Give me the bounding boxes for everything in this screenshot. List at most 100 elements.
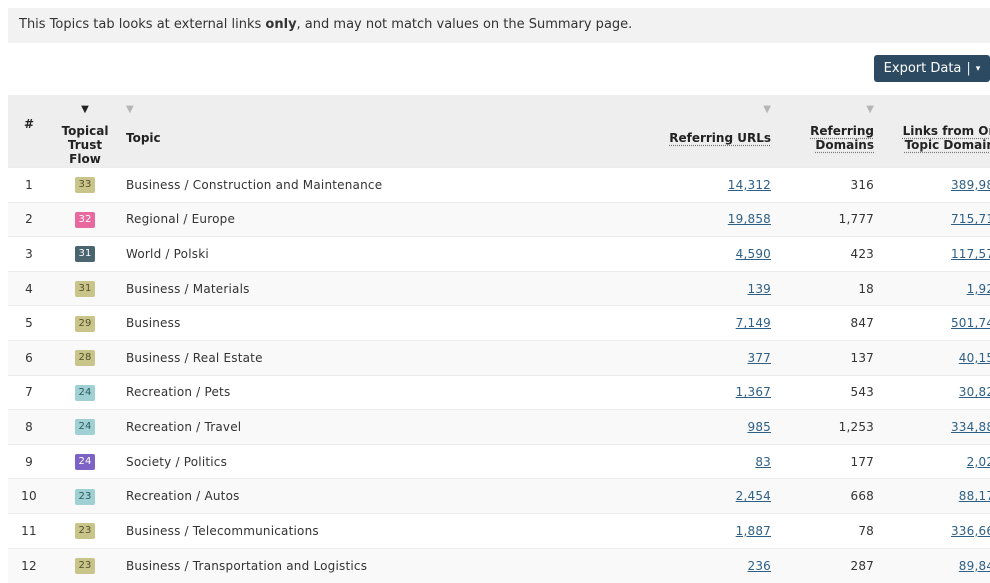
referring-urls-link[interactable]: 1,367 (736, 385, 771, 399)
table-row: 6 28 Business / Real Estate 377137 40,151 (8, 339, 990, 376)
trust-flow-cell: 31 (50, 236, 120, 272)
links-on-topic-link[interactable]: 117,572 (951, 247, 990, 261)
row-number: 6 (8, 339, 50, 376)
referring-urls-link[interactable]: 19,858 (728, 212, 771, 226)
table-row: 8 24 Recreation / Travel 9851,253 334,887 (8, 409, 990, 445)
links-on-topic-link[interactable]: 1,927 (967, 282, 990, 296)
trust-flow-badge: 32 (75, 211, 95, 228)
links-on-topic-link[interactable]: 389,980 (951, 178, 990, 192)
notice-text-suffix: , and may not match values on the Summar… (296, 17, 633, 32)
links-on-topic-cell: 389,980 (877, 167, 990, 203)
notice-text-bold: only (265, 17, 297, 32)
header-topic[interactable]: ▼ Topic (120, 95, 546, 168)
links-on-topic-cell: 334,887 (877, 409, 990, 445)
referring-domains-cell: 137 (774, 339, 877, 376)
table-row: 7 24 Recreation / Pets 1,367543 30,823 (8, 374, 990, 410)
sort-icon[interactable]: ▼ (546, 102, 771, 118)
referring-urls-link[interactable]: 1,887 (736, 524, 771, 538)
topic-cell: Regional / Europe (120, 201, 546, 237)
referring-urls-cell: 1,367 (546, 374, 774, 410)
topic-cell: Business / Materials (120, 270, 546, 306)
referring-urls-cell: 377 (546, 339, 774, 376)
trust-flow-badge: 23 (75, 523, 95, 540)
trust-flow-badge: 24 (75, 454, 95, 471)
links-on-topic-cell: 40,151 (877, 339, 990, 376)
trust-flow-cell: 28 (50, 339, 120, 376)
trust-flow-cell: 32 (50, 201, 120, 237)
links-on-topic-link[interactable]: 715,718 (951, 212, 990, 226)
links-on-topic-link[interactable]: 2,021 (967, 455, 990, 469)
referring-urls-link[interactable]: 985 (747, 420, 771, 434)
referring-domains-cell: 177 (774, 443, 877, 479)
links-on-topic-cell: 1,927 (877, 270, 990, 306)
referring-urls-cell: 14,312 (546, 167, 774, 203)
row-number: 4 (8, 270, 50, 306)
table-row: 2 32 Regional / Europe 19,8581,777 715,718 (8, 201, 990, 237)
links-on-topic-link[interactable]: 336,660 (951, 524, 990, 538)
links-on-topic-cell: 336,660 (877, 512, 990, 549)
row-number: 9 (8, 443, 50, 479)
header-topic-label: Topic (126, 131, 161, 145)
links-on-topic-cell: 2,021 (877, 443, 990, 479)
header-referring-domains[interactable]: ▼ Referring Domains (774, 95, 877, 168)
referring-urls-cell: 19,858 (546, 201, 774, 237)
referring-urls-link[interactable]: 14,312 (728, 178, 771, 192)
trust-flow-cell: 23 (50, 547, 120, 583)
topics-table: # ▼ Topical Trust Flow ▼ Topic ▼ Referri… (8, 95, 990, 583)
referring-urls-cell: 985 (546, 409, 774, 445)
header-referring-urls[interactable]: ▼ Referring URLs (546, 95, 774, 168)
header-links-on-topic[interactable]: ▼ Links from On-Topic Domains (877, 95, 990, 168)
table-row: 10 23 Recreation / Autos 2,454668 88,174 (8, 478, 990, 514)
referring-urls-link[interactable]: 7,149 (736, 316, 771, 330)
export-separator: | (966, 61, 971, 76)
links-on-topic-link[interactable]: 89,840 (959, 559, 990, 573)
row-number: 5 (8, 305, 50, 341)
trust-flow-cell: 29 (50, 305, 120, 341)
referring-domains-cell: 668 (774, 478, 877, 514)
referring-domains-cell: 543 (774, 374, 877, 410)
referring-urls-link[interactable]: 139 (747, 282, 771, 296)
chevron-down-icon: ▾ (975, 63, 981, 74)
sort-icon[interactable]: ▼ (877, 102, 990, 118)
referring-urls-link[interactable]: 236 (747, 559, 771, 573)
links-on-topic-cell: 715,718 (877, 201, 990, 237)
links-on-topic-cell: 501,744 (877, 305, 990, 341)
links-on-topic-cell: 89,840 (877, 547, 990, 583)
links-on-topic-link[interactable]: 334,887 (951, 420, 990, 434)
links-on-topic-link[interactable]: 30,823 (959, 385, 990, 399)
row-number: 8 (8, 409, 50, 445)
topic-cell: Business / Construction and Maintenance (120, 167, 546, 203)
trust-flow-badge: 31 (75, 281, 95, 298)
links-on-topic-link[interactable]: 88,174 (959, 489, 990, 503)
trust-flow-badge: 24 (75, 384, 95, 401)
header-num-label: # (23, 117, 35, 131)
referring-urls-cell: 83 (546, 443, 774, 479)
table-row: 3 31 World / Polski 4,590423 117,572 (8, 236, 990, 272)
export-data-label: Export Data (883, 61, 962, 76)
trust-flow-cell: 33 (50, 167, 120, 203)
table-row: 4 31 Business / Materials 13918 1,927 (8, 270, 990, 306)
export-data-button[interactable]: Export Data | ▾ (874, 55, 990, 82)
referring-urls-cell: 4,590 (546, 236, 774, 272)
links-on-topic-link[interactable]: 501,744 (951, 316, 990, 330)
header-trust-flow-label: Topical Trust Flow (61, 124, 109, 166)
referring-urls-link[interactable]: 4,590 (736, 247, 771, 261)
trust-flow-badge: 33 (75, 177, 95, 194)
referring-domains-cell: 847 (774, 305, 877, 341)
referring-urls-cell: 236 (546, 547, 774, 583)
sort-desc-icon[interactable]: ▼ (50, 102, 120, 118)
topic-cell: Society / Politics (120, 443, 546, 479)
info-notice: This Topics tab looks at external links … (8, 8, 990, 43)
trust-flow-cell: 24 (50, 443, 120, 479)
links-on-topic-link[interactable]: 40,151 (959, 351, 990, 365)
sort-icon[interactable]: ▼ (774, 102, 874, 118)
topic-cell: Recreation / Autos (120, 478, 546, 514)
referring-domains-cell: 287 (774, 547, 877, 583)
referring-urls-link[interactable]: 83 (755, 455, 771, 469)
header-topical-trust-flow[interactable]: ▼ Topical Trust Flow (50, 95, 120, 168)
sort-icon[interactable]: ▼ (126, 102, 546, 118)
trust-flow-badge: 28 (75, 350, 95, 367)
referring-urls-link[interactable]: 377 (747, 351, 771, 365)
referring-urls-link[interactable]: 2,454 (736, 489, 771, 503)
trust-flow-badge: 31 (75, 246, 95, 263)
